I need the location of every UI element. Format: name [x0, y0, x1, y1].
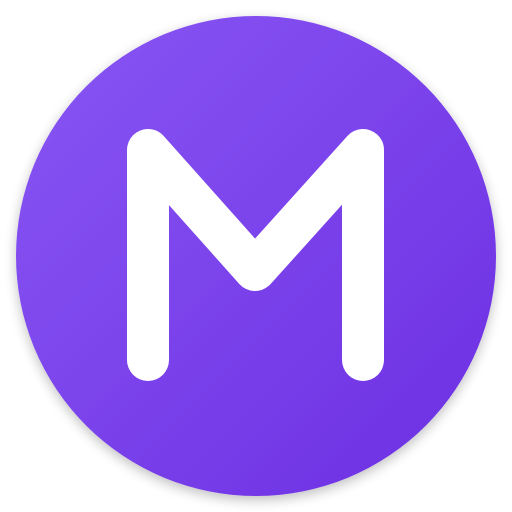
- app-icon-canvas: [0, 0, 512, 512]
- m-logo-icon: [16, 16, 496, 496]
